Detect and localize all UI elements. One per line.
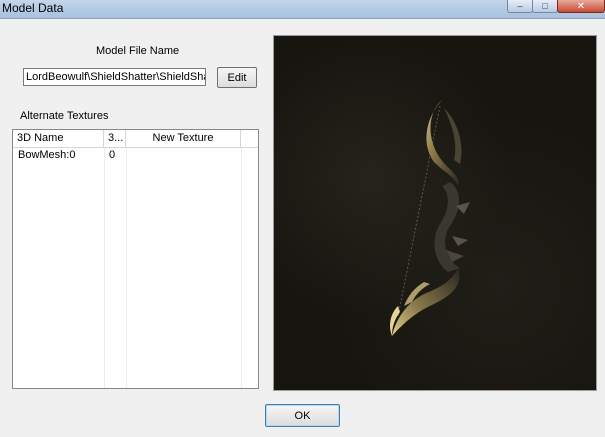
textures-list-body: BowMesh:0 0 xyxy=(13,148,258,388)
column-header-3d-name[interactable]: 3D Name xyxy=(13,130,104,147)
maximize-button[interactable]: □ xyxy=(532,0,558,13)
alternate-textures-label: Alternate Textures xyxy=(20,110,109,122)
minimize-icon: – xyxy=(517,1,523,11)
window-title: Model Data xyxy=(2,1,64,15)
bow-model-image xyxy=(390,100,470,336)
column-header-new-texture[interactable]: New Texture xyxy=(126,130,241,147)
model-file-field[interactable]: LordBeowulf\ShieldShatter\ShieldSha xyxy=(23,68,206,86)
column-header-index[interactable]: 3... xyxy=(104,130,126,147)
model-preview-viewport[interactable] xyxy=(273,35,597,391)
edit-button[interactable]: Edit xyxy=(217,67,257,88)
close-icon: ✕ xyxy=(576,0,586,12)
column-gridline xyxy=(104,148,105,388)
cell-index: 0 xyxy=(109,149,116,161)
textures-list[interactable]: 3D Name 3... New Texture BowMesh:0 0 xyxy=(12,129,259,389)
maximize-icon: □ xyxy=(542,1,548,11)
cell-3d-name: BowMesh:0 xyxy=(18,149,76,161)
column-gridline xyxy=(126,148,127,388)
close-button[interactable]: ✕ xyxy=(557,0,605,13)
ok-button[interactable]: OK xyxy=(265,404,340,427)
column-gridline xyxy=(241,148,242,388)
minimize-button[interactable]: – xyxy=(507,0,533,13)
model-file-label: Model File Name xyxy=(96,45,180,57)
cell-new-texture[interactable] xyxy=(126,148,241,164)
table-row[interactable]: BowMesh:0 0 xyxy=(13,148,258,164)
textures-list-header: 3D Name 3... New Texture xyxy=(13,130,258,148)
title-bar: Model Data – □ ✕ xyxy=(0,0,605,19)
